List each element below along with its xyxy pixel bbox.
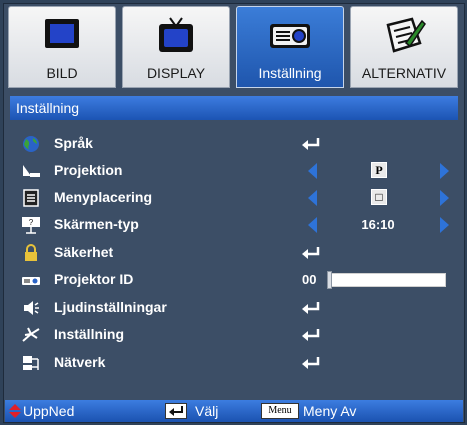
- menu-item-menyplacering[interactable]: Menyplacering □: [10, 184, 458, 212]
- speaker-icon: [21, 299, 41, 317]
- tab-bild[interactable]: BILD: [8, 6, 116, 88]
- enter-icon[interactable]: [300, 300, 322, 316]
- menu-location-icon: [21, 189, 41, 207]
- menu-item-label: Ljudinställningar: [54, 299, 167, 315]
- svg-text:?: ?: [29, 218, 34, 227]
- menu-item-skarmen-typ[interactable]: ? Skärmen-typ 16:10: [10, 211, 458, 239]
- projector-id-slider[interactable]: [327, 271, 446, 289]
- enter-key-icon: [165, 403, 187, 422]
- menu-item-label: Språk: [54, 135, 93, 151]
- advanced-icon: [21, 326, 41, 344]
- monitor-icon: [42, 15, 82, 60]
- projector-icon: [268, 15, 312, 60]
- notepad-icon: [382, 15, 426, 60]
- menu-item-ljudinstallningar[interactable]: Ljudinställningar: [10, 294, 458, 322]
- menu-item-projektor-id[interactable]: Projektor ID 00: [10, 266, 458, 294]
- tab-bar: BILD DISPLAY Inställning ALTERNATIV: [6, 6, 462, 90]
- menu-item-label: Inställning: [54, 326, 124, 342]
- menu-item-label: Nätverk: [54, 354, 106, 370]
- arrow-right-icon[interactable]: [440, 190, 449, 206]
- tab-installning[interactable]: Inställning: [236, 6, 344, 88]
- menu-item-sakerhet[interactable]: Säkerhet: [10, 239, 458, 267]
- projection-icon: [21, 162, 41, 180]
- arrow-left-icon[interactable]: [308, 217, 317, 233]
- network-icon: [21, 354, 41, 372]
- footer-select-label: Välj: [195, 403, 219, 419]
- menu-key-icon: Menu: [261, 403, 299, 419]
- arrow-left-icon[interactable]: [308, 163, 317, 179]
- menu-location-value: □: [371, 189, 387, 205]
- globe-icon: [21, 135, 41, 153]
- projection-value: P: [371, 162, 387, 178]
- section-title: Inställning: [10, 96, 458, 120]
- menu-item-label: Skärmen-typ: [54, 216, 139, 232]
- arrow-right-icon[interactable]: [440, 163, 449, 179]
- footer-bar: UppNed Välj Menu Meny Av: [5, 400, 463, 422]
- menu-item-label: Projektor ID: [54, 271, 134, 287]
- footer-updown-label: UppNed: [23, 403, 75, 419]
- menu-item-label: Säkerhet: [54, 244, 114, 260]
- osd-menu: BILD DISPLAY Inställning ALTERNATIV Inst…: [3, 3, 465, 423]
- tab-alternativ[interactable]: ALTERNATIV: [350, 6, 458, 88]
- tab-label: ALTERNATIV: [361, 65, 447, 81]
- tv-icon: [156, 15, 196, 60]
- slider-handle[interactable]: [327, 271, 332, 289]
- enter-icon[interactable]: [300, 245, 322, 261]
- screen-type-icon: ?: [21, 216, 41, 234]
- enter-icon[interactable]: [300, 136, 322, 152]
- lock-icon: [21, 244, 41, 262]
- projector-id-icon: [21, 271, 41, 289]
- enter-icon[interactable]: [300, 355, 322, 371]
- up-down-arrows-icon: [9, 404, 21, 421]
- tab-label: BILD: [46, 65, 78, 81]
- enter-icon[interactable]: [300, 327, 322, 343]
- menu-item-natverk[interactable]: Nätverk: [10, 349, 458, 377]
- screen-type-value: 16:10: [361, 217, 395, 232]
- projector-id-value: 00: [302, 272, 317, 287]
- menu-item-installning-advanced[interactable]: Inställning: [10, 321, 458, 349]
- tab-display[interactable]: DISPLAY: [122, 6, 230, 88]
- arrow-right-icon[interactable]: [440, 217, 449, 233]
- tab-label: DISPLAY: [146, 65, 206, 81]
- menu-item-projektion[interactable]: Projektion P: [10, 157, 458, 185]
- menu-item-label: Menyplacering: [54, 189, 153, 205]
- arrow-left-icon[interactable]: [308, 190, 317, 206]
- tab-label: Inställning: [258, 65, 322, 81]
- menu-item-sprak[interactable]: Språk: [10, 130, 458, 158]
- menu-item-label: Projektion: [54, 162, 123, 178]
- footer-menu-off-label: Meny Av: [303, 403, 357, 419]
